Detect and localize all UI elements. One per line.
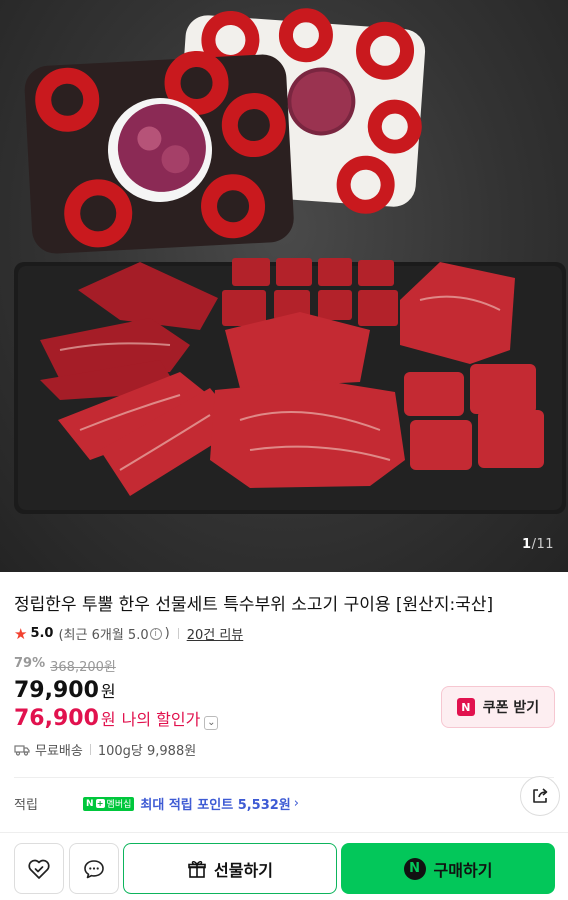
original-price: 368,200원 [50,660,116,675]
product-photo [14,8,566,514]
sale-price-unit: 원 [100,682,116,701]
points-text: 최대 적립 포인트 5,532원 [140,798,291,813]
coupon-button[interactable]: N 쿠폰 받기 [441,686,555,728]
my-price-value: 76,900 [14,706,99,731]
shipping-label: 무료배송 [35,744,83,759]
unit-price: 100g당 9,988원 [97,744,197,759]
rating-recent-close: ) [164,626,170,641]
my-price-label: 나의 할인가 [121,710,201,729]
wishlist-button[interactable] [14,843,64,894]
membership-plus: + [95,799,105,808]
buy-button[interactable]: N 구매하기 [341,843,555,894]
info-icon[interactable]: i [149,627,162,640]
discount-rate: 79% [14,656,46,671]
gift-button[interactable]: 선물하기 [123,843,337,894]
membership-n: N [86,798,94,809]
image-counter: 1/11 [522,537,554,552]
section-divider [14,777,554,778]
image-counter-current: 1 [522,537,532,552]
naver-n-icon: N [403,857,426,880]
sale-price-value: 79,900 [14,678,99,703]
sale-price: 79,900 원 [14,678,116,703]
truck-icon [14,744,30,756]
star-icon: ★ [14,624,28,643]
chevron-down-icon[interactable]: ⌄ [204,716,219,730]
heart-check-icon [28,859,50,879]
membership-label: 멤버십 [106,800,132,810]
product-title: 정립한우 투뿔 한우 선물세트 특수부위 소고기 구이용 [원산지:국산] [14,595,494,615]
buy-label: 구매하기 [433,860,493,880]
chat-bubble-icon [84,859,104,878]
discount-row: 79% 368,200원 [14,656,116,675]
talk-button[interactable] [69,843,119,894]
divider [177,628,179,639]
chevron-right-icon: › [293,796,299,811]
coupon-label: 쿠폰 받기 [482,700,540,716]
review-link[interactable]: 20건 리뷰 [187,624,244,643]
bottom-bar-divider [0,832,568,833]
rating-recent: (최근 6개월 5.0 [58,628,149,643]
image-counter-total: /11 [531,537,554,552]
points-label: 적립 [14,798,38,813]
rating-row: ★ 5.0 (최근 6개월 5.0 i ) 20건 리뷰 [14,624,244,644]
rating-score: 5.0 [30,626,54,641]
my-discount-price[interactable]: 76,900 원 나의 할인가 ⌄ [14,706,219,731]
membership-badge: N + 멤버십 [83,796,135,811]
shipping-row: 무료배송 100g당 9,988원 [14,740,196,759]
points-row[interactable]: 적립 N + 멤버십 최대 적립 포인트 5,532원 › [14,794,299,813]
share-icon [533,788,548,803]
gift-icon [188,860,206,878]
naver-n-icon: N [456,698,475,716]
product-page: 1/11 정립한우 투뿔 한우 선물세트 특수부위 소고기 구이용 [원산지:국… [0,0,568,900]
product-image[interactable]: 1/11 [0,0,568,572]
my-price-unit: 원 [100,710,116,729]
gift-label: 선물하기 [214,860,273,880]
divider [89,744,91,755]
share-button[interactable] [520,776,560,816]
